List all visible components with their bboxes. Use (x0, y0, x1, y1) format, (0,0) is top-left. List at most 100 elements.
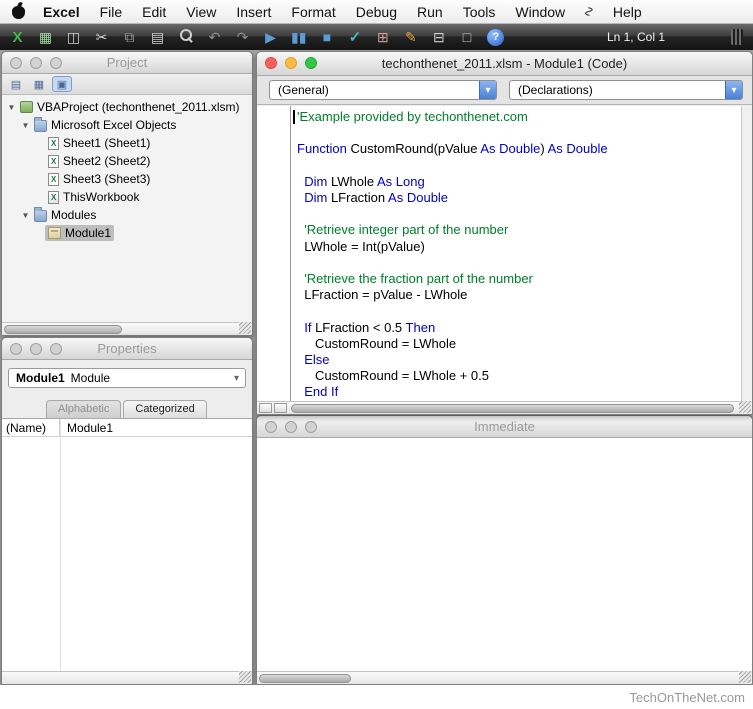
project-hscrollbar[interactable] (2, 322, 239, 335)
code-hscrollbar[interactable] (257, 401, 739, 414)
immediate-pane[interactable] (257, 438, 752, 671)
tree-item-thisworkbook[interactable]: ThisWorkbook (2, 188, 252, 206)
code-vscrollbar[interactable] (741, 106, 752, 401)
properties-window: Properties Module1 Module ▾ Alphabetic C… (1, 337, 253, 685)
properties-titlebar[interactable]: Properties (2, 338, 252, 360)
immediate-resize-grip[interactable] (739, 671, 751, 683)
disclosure-triangle-icon[interactable]: ▼ (20, 121, 31, 130)
object-browser-icon[interactable]: ⊞ (375, 28, 390, 46)
disclosure-triangle-icon[interactable]: ▼ (20, 211, 31, 220)
properties-title: Properties (97, 341, 156, 356)
split-handle-icon[interactable] (259, 403, 272, 413)
zoom-button[interactable] (50, 343, 62, 355)
menu-help[interactable]: Help (603, 4, 652, 20)
properties-hscrollbar[interactable] (2, 671, 239, 684)
code-line-2 (297, 125, 608, 141)
object-dropdown[interactable]: (General) ▾ (269, 80, 497, 100)
new-object-icon[interactable]: ▦ (38, 28, 53, 46)
tree-item-sheet2[interactable]: Sheet2 (Sheet2) (2, 152, 252, 170)
apple-menu-icon[interactable] (12, 6, 25, 19)
search-icon[interactable] (178, 28, 194, 46)
code-titlebar[interactable]: techonthenet_2011.xlsm - Module1 (Code) (257, 52, 752, 76)
properties-window-icon[interactable]: ✎ (403, 28, 418, 46)
copy-icon[interactable]: ⧉ (122, 28, 137, 46)
script-menu-icon[interactable]: ∿ (581, 6, 598, 18)
toolbar-grip-icon[interactable] (731, 29, 743, 45)
menu-edit[interactable]: Edit (132, 4, 176, 20)
toolbox-icon[interactable]: □ (459, 28, 474, 46)
menu-tools[interactable]: Tools (453, 4, 506, 20)
immediate-titlebar[interactable]: Immediate (257, 416, 752, 438)
run-icon[interactable]: ▶ (263, 28, 278, 46)
menu-run[interactable]: Run (407, 4, 453, 20)
code-resize-grip[interactable] (739, 401, 751, 413)
properties-tabs: Alphabetic Categorized (2, 399, 252, 419)
menu-excel[interactable]: Excel (33, 4, 90, 20)
project-resize-grip[interactable] (239, 322, 251, 334)
redo-icon[interactable]: ↷ (235, 28, 250, 46)
minimize-button[interactable] (30, 343, 42, 355)
tree-item-modules[interactable]: ▼Modules (2, 206, 252, 224)
scrollbar-thumb[interactable] (291, 404, 734, 413)
menu-view[interactable]: View (176, 4, 226, 20)
close-button[interactable] (10, 57, 22, 69)
chevron-down-icon[interactable]: ▾ (725, 81, 742, 99)
tree-item-vbaproject[interactable]: ▼VBAProject (techonthenet_2011.xlsm) (2, 98, 252, 116)
menu-insert[interactable]: Insert (226, 4, 281, 20)
zoom-button[interactable] (305, 421, 317, 433)
tree-item-sheet3[interactable]: Sheet3 (Sheet3) (2, 170, 252, 188)
procedure-dropdown[interactable]: (Declarations) ▾ (509, 80, 743, 100)
scrollbar-thumb[interactable] (259, 674, 351, 683)
window-controls (265, 421, 317, 433)
property-value[interactable]: Module1 (60, 420, 252, 436)
view-object-icon[interactable]: ▦ (29, 76, 49, 92)
menu-debug[interactable]: Debug (346, 4, 407, 20)
design-mode-icon[interactable]: ✓ (347, 28, 362, 46)
tree-item-excel-objects[interactable]: ▼Microsoft Excel Objects (2, 116, 252, 134)
tree-item-module1[interactable]: Module1 (2, 224, 252, 242)
chevron-down-icon[interactable]: ▾ (479, 81, 496, 99)
menu-bar: Excel FileEditViewInsertFormatDebugRunTo… (0, 0, 753, 24)
menu-format[interactable]: Format (281, 4, 345, 20)
break-icon[interactable]: ▮▮ (291, 28, 306, 46)
immediate-hscrollbar[interactable] (257, 671, 739, 684)
zoom-button[interactable] (50, 57, 62, 69)
disclosure-triangle-icon[interactable]: ▼ (6, 103, 17, 112)
property-row[interactable]: (Name) Module1 (2, 419, 252, 437)
save-icon[interactable]: ◫ (66, 28, 81, 46)
minimize-button[interactable] (285, 57, 297, 69)
code-line-15: CustomRound = LWhole (297, 336, 608, 352)
tree-item-label: Sheet3 (Sheet3) (63, 172, 150, 186)
help-icon[interactable]: ? (487, 29, 504, 46)
paste-icon[interactable]: ▤ (150, 28, 165, 46)
properties-resize-grip[interactable] (239, 671, 251, 683)
excel-icon[interactable]: X (10, 28, 25, 46)
tab-alphabetic[interactable]: Alphabetic (46, 400, 121, 418)
undo-icon[interactable]: ↶ (207, 28, 222, 46)
close-button[interactable] (10, 343, 22, 355)
toggle-folders-icon[interactable]: ▣ (52, 76, 72, 92)
cursor-position: Ln 1, Col 1 (607, 30, 665, 44)
minimize-button[interactable] (30, 57, 42, 69)
close-button[interactable] (265, 421, 277, 433)
code-line-12: LFraction = pValue - LWhole (297, 287, 608, 303)
cut-icon[interactable]: ✂ (94, 28, 109, 46)
tree-item-label: Module1 (65, 226, 111, 240)
split-handle-icon[interactable] (274, 403, 287, 413)
project-explorer-icon[interactable]: ⊟ (431, 28, 446, 46)
code-editor[interactable]: 'Example provided by techonthenet.com Fu… (257, 106, 741, 401)
properties-object-dropdown[interactable]: Module1 Module ▾ (8, 368, 246, 388)
object-dropdown-value: (General) (278, 83, 329, 97)
reset-icon[interactable]: ■ (319, 28, 334, 46)
project-titlebar[interactable]: Project (2, 52, 252, 74)
close-button[interactable] (265, 57, 277, 69)
menu-file[interactable]: File (90, 4, 133, 20)
zoom-button[interactable] (305, 57, 317, 69)
minimize-button[interactable] (285, 421, 297, 433)
view-code-icon[interactable]: ▤ (6, 76, 26, 92)
code-line-18: End If (297, 384, 608, 400)
scrollbar-thumb[interactable] (4, 325, 122, 334)
tree-item-sheet1[interactable]: Sheet1 (Sheet1) (2, 134, 252, 152)
tab-categorized[interactable]: Categorized (123, 400, 206, 418)
menu-window[interactable]: Window (505, 4, 575, 20)
